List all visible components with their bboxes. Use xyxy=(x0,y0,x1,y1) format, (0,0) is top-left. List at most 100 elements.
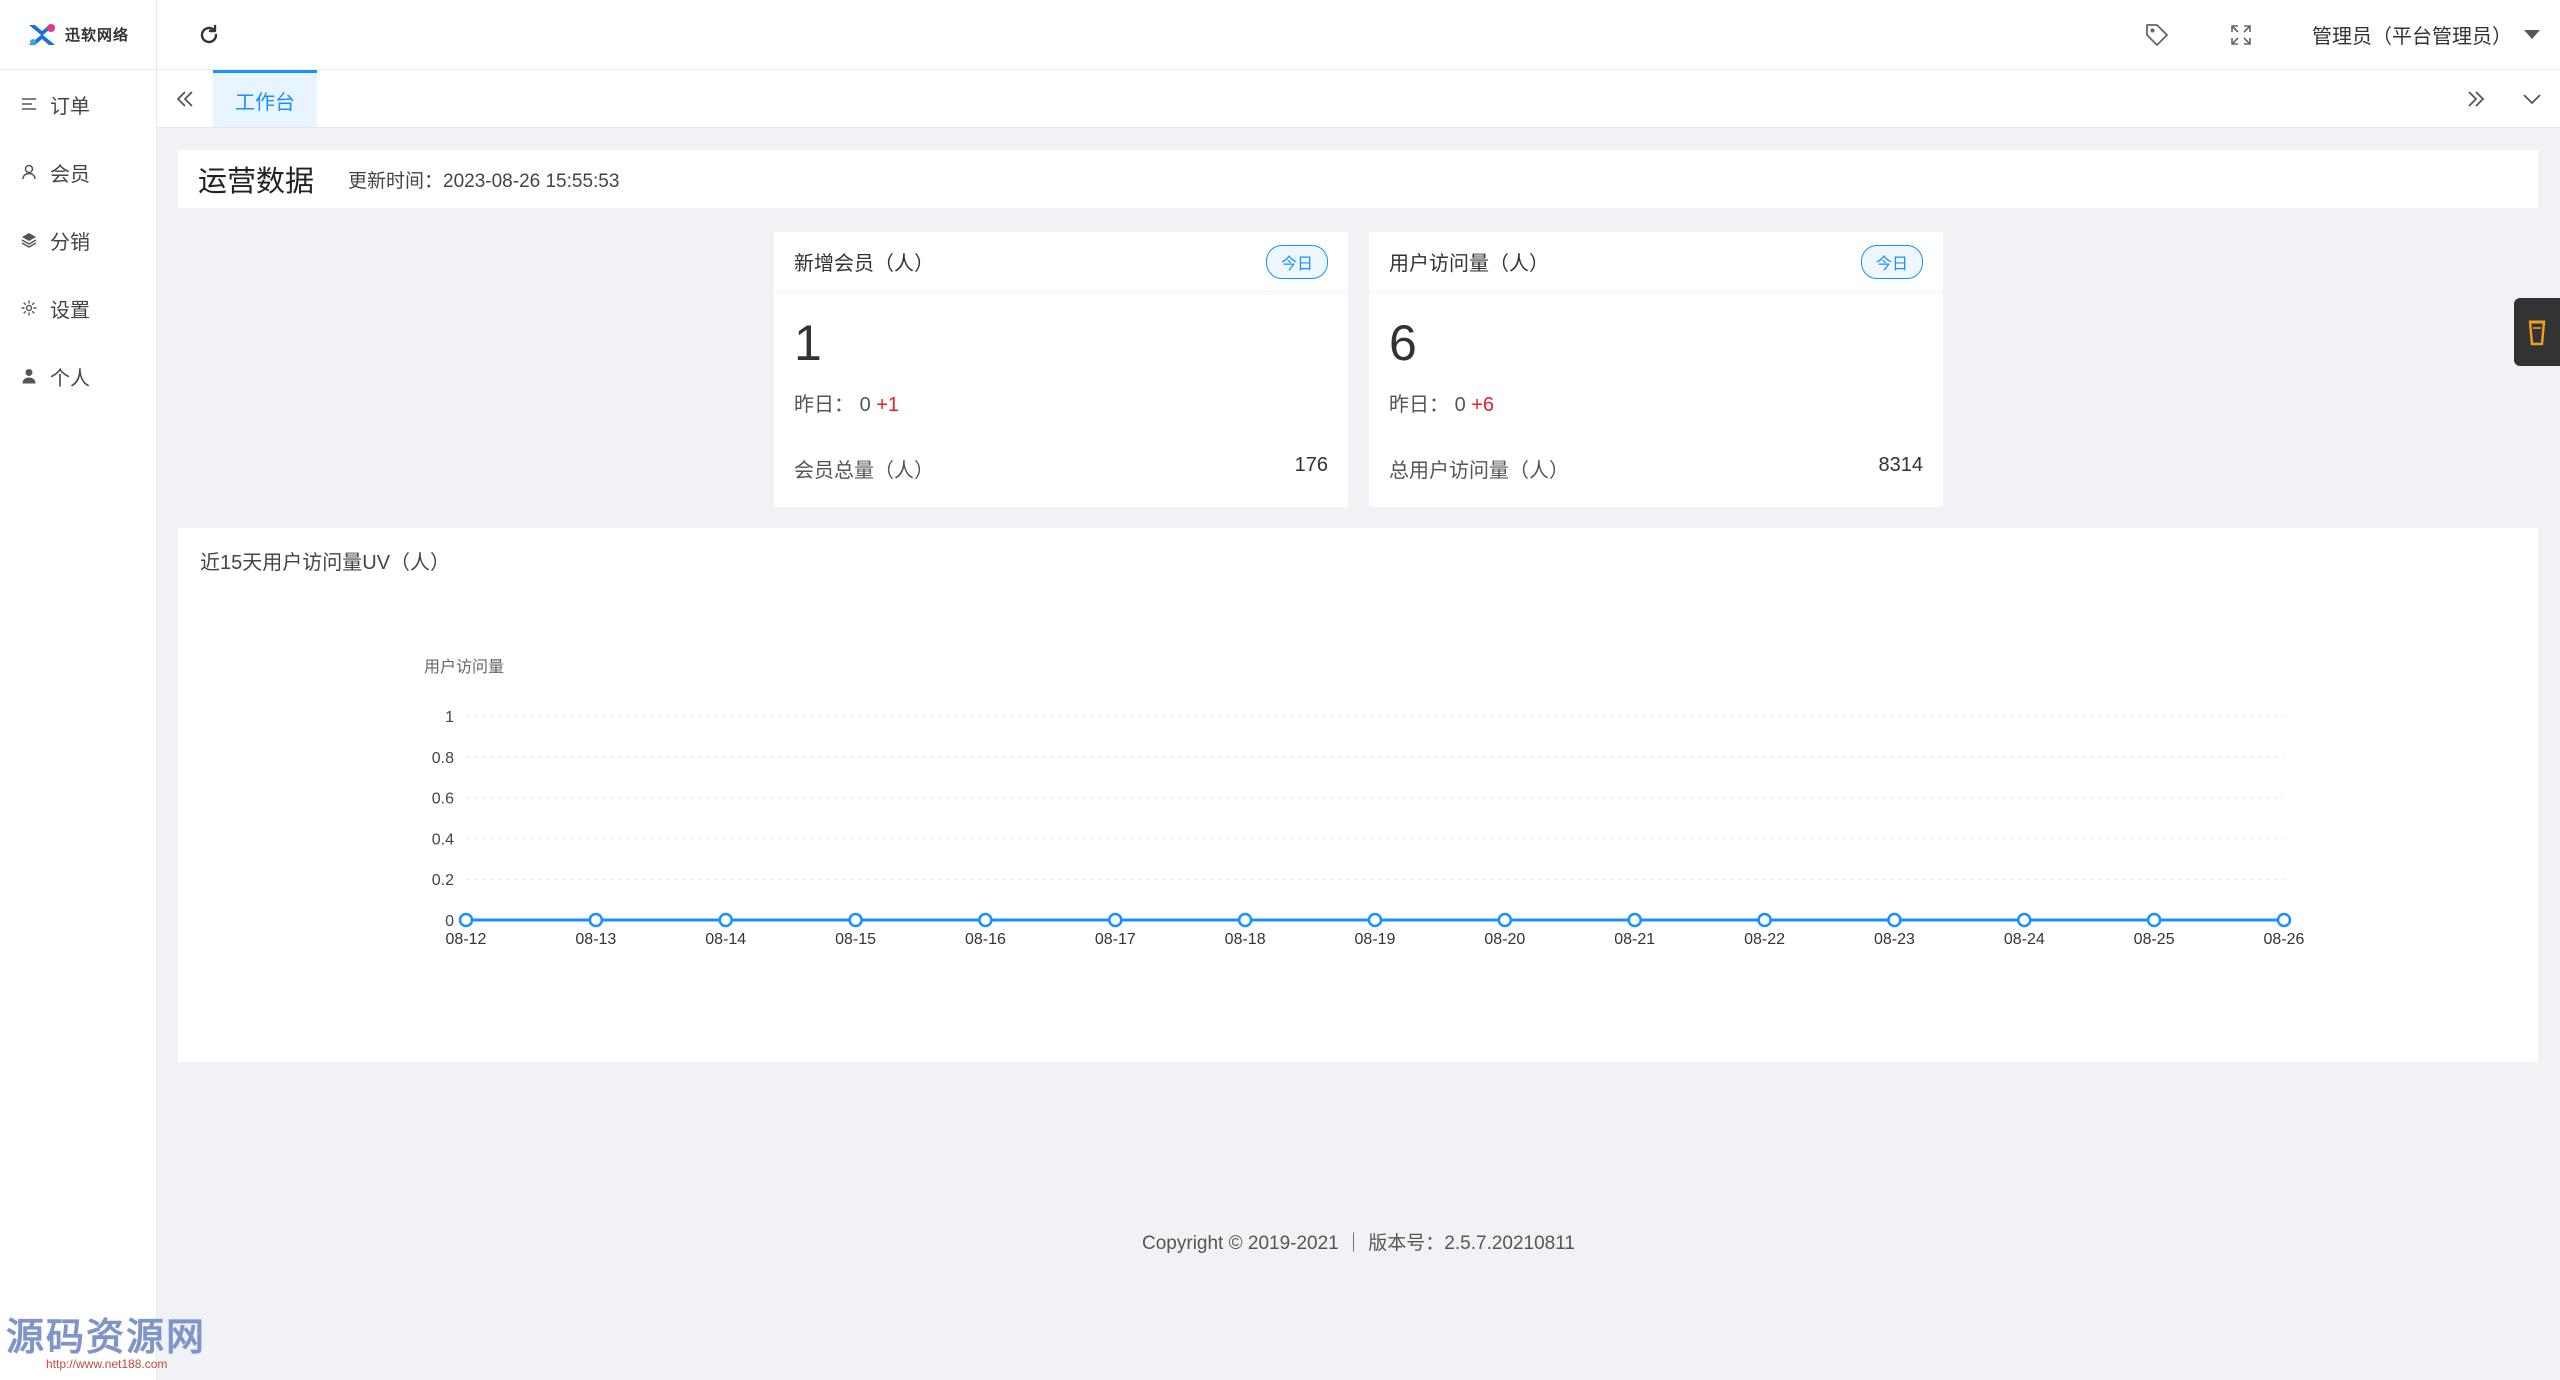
list-icon xyxy=(22,98,36,110)
tabs-scroll-left[interactable] xyxy=(157,70,213,127)
page-title: 运营数据 xyxy=(198,166,315,198)
user-name: 管理员（平台管理员） xyxy=(2312,26,2512,48)
data-point xyxy=(718,912,733,928)
watermark-text: 源码资源网 xyxy=(6,1314,207,1359)
refresh-icon[interactable] xyxy=(197,23,221,47)
x-tick-label: 08-16 xyxy=(965,931,1006,948)
card-yesterday: 昨日： 0 +6 xyxy=(1369,388,1943,417)
card-label: 新增会员（人） xyxy=(794,253,934,275)
stat-card-new-members: 新增会员（人） 今日 1 昨日： 0 +1 会员总量（人） 176 xyxy=(774,232,1348,507)
floating-side-button[interactable] xyxy=(2514,298,2560,366)
gear-icon xyxy=(21,300,37,316)
x-tick-label: 08-12 xyxy=(446,931,487,948)
sidebar-item-label: 会员 xyxy=(50,163,90,186)
uv-chart-panel: 用户访问量 0 0.2 0.4 0.6 0.8 1 08-12 08-13 08-14 08-15 0… xyxy=(178,528,2538,1062)
tabs-scroll-right[interactable] xyxy=(2448,70,2504,127)
tabs-menu[interactable] xyxy=(2504,70,2560,127)
sidebar-item-profile[interactable]: 个人 xyxy=(0,342,156,410)
data-point xyxy=(848,912,863,928)
yesterday-value: 0 xyxy=(1454,394,1466,416)
x-tick-label: 08-25 xyxy=(2134,931,2175,948)
update-time: 更新时间：2023-08-26 15:55:53 xyxy=(348,170,620,192)
sidebar-item-orders[interactable]: 订单 xyxy=(0,70,156,138)
data-point xyxy=(1497,912,1513,928)
sidebar-item-members[interactable]: 会员 xyxy=(0,138,156,206)
logo[interactable]: 迅软网络 xyxy=(0,0,156,70)
data-point xyxy=(1757,912,1772,928)
uv-line-chart: 用户访问量 0 0.2 0.4 0.6 0.8 1 08-12 08-13 08-14 08-15 0… xyxy=(424,658,2305,948)
logo-text: 迅软网络 xyxy=(64,27,129,44)
data-point xyxy=(1237,912,1253,928)
copyright-footer: Copyright © 2019-2021 ｜ 版本号：2.5.7.202108… xyxy=(1142,1233,1575,1254)
delta-value: +1 xyxy=(876,394,900,416)
data-point xyxy=(1108,912,1123,928)
x-tick-label: 08-26 xyxy=(2264,931,2305,948)
tag-icon[interactable] xyxy=(2144,22,2170,48)
yesterday-label: 昨日： xyxy=(794,394,854,416)
double-chevron-right-icon xyxy=(2468,90,2485,107)
data-point xyxy=(2276,912,2292,928)
cup-icon xyxy=(2528,320,2546,346)
x-tick-label: 08-17 xyxy=(1095,931,1136,948)
tab-workbench[interactable]: 工作台 xyxy=(213,70,317,127)
y-tick-label: 1 xyxy=(445,709,454,726)
x-tick-label: 08-14 xyxy=(705,931,746,948)
person-icon xyxy=(22,369,36,384)
x-tick-label: 08-20 xyxy=(1484,931,1525,948)
data-point xyxy=(588,912,604,928)
card-footer: 会员总量（人） 176 xyxy=(794,454,1328,483)
page-title-bar: 运营数据 更新时间：2023-08-26 15:55:53 xyxy=(178,150,2538,208)
y-tick-label: 0.2 xyxy=(432,872,454,889)
today-badge: 今日 xyxy=(1265,244,1328,279)
data-point xyxy=(978,912,993,928)
data-point xyxy=(1887,912,1902,928)
fullscreen-icon[interactable] xyxy=(2228,22,2254,48)
y-tick-label: 0.4 xyxy=(432,831,454,848)
y-tick-label: 0.6 xyxy=(432,791,454,808)
header-actions: 管理员（平台管理员） xyxy=(2144,20,2560,49)
data-point xyxy=(2017,912,2032,928)
sidebar-item-label: 设置 xyxy=(50,299,90,322)
yesterday-value: 0 xyxy=(859,394,871,416)
tab-bar-controls xyxy=(2448,70,2560,127)
data-point xyxy=(458,912,474,928)
watermark: 源码资源网 http://www.net188.com xyxy=(6,1306,206,1371)
user-icon xyxy=(22,164,36,180)
y-tick-label: 0 xyxy=(445,913,454,930)
today-badge: 今日 xyxy=(1860,244,1923,279)
y-tick-label: 0.8 xyxy=(432,750,454,767)
x-tick-label: 08-24 xyxy=(2004,931,2045,948)
top-header: 管理员（平台管理员） xyxy=(157,0,2560,70)
x-tick-label: 08-15 xyxy=(835,931,876,948)
total-value: 8314 xyxy=(1878,454,1924,476)
caret-down-icon xyxy=(2524,30,2540,39)
sidebar-item-label: 订单 xyxy=(50,95,90,118)
user-menu[interactable]: 管理员（平台管理员） xyxy=(2312,20,2540,49)
chevron-down-icon xyxy=(2523,93,2541,104)
data-point xyxy=(1627,912,1642,928)
sidebar-item-distribution[interactable]: 分销 xyxy=(0,206,156,274)
total-label: 总用户访问量（人） xyxy=(1389,460,1569,482)
x-tick-label: 08-22 xyxy=(1744,931,1785,948)
tab-bar: 工作台 xyxy=(157,70,2560,128)
data-point xyxy=(1367,912,1383,928)
sidebar-item-label: 分销 xyxy=(50,231,90,254)
card-value: 6 xyxy=(1389,315,1417,371)
y-axis-label: 用户访问量 xyxy=(424,658,504,676)
sidebar: 迅软网络 订单 会员 分销 设置 个人 xyxy=(0,0,157,1380)
x-tick-label: 08-18 xyxy=(1225,931,1266,948)
card-footer: 总用户访问量（人） 8314 xyxy=(1389,454,1923,483)
card-header: 新增会员（人） 今日 xyxy=(774,232,1348,292)
sidebar-item-label: 个人 xyxy=(50,367,90,390)
x-tick-label: 08-23 xyxy=(1874,931,1915,948)
x-tick-label: 08-21 xyxy=(1614,931,1655,948)
card-label: 用户访问量（人） xyxy=(1389,253,1549,275)
sidebar-item-settings[interactable]: 设置 xyxy=(0,274,156,342)
total-label: 会员总量（人） xyxy=(794,460,934,482)
card-header: 用户访问量（人） 今日 xyxy=(1369,232,1943,292)
card-value: 1 xyxy=(794,315,822,371)
delta-value: +6 xyxy=(1471,394,1495,416)
stat-card-user-visits: 用户访问量（人） 今日 6 昨日： 0 +6 总用户访问量（人） 8314 xyxy=(1369,232,1943,507)
chart-title: 近15天用户访问量UV（人） xyxy=(200,552,451,574)
x-tick-label: 08-13 xyxy=(575,931,616,948)
